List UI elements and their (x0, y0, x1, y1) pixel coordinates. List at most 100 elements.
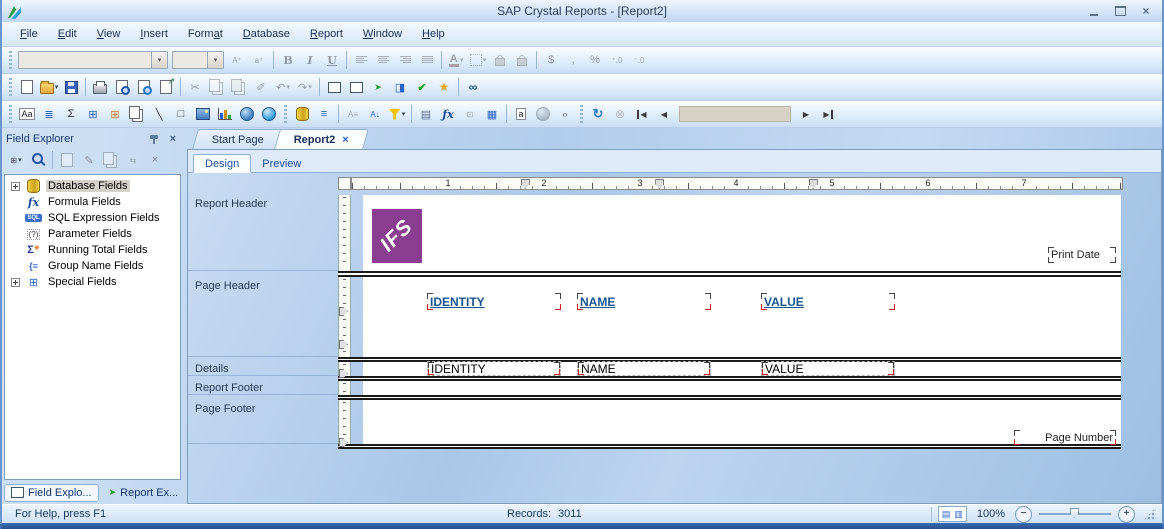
ruler-guide-marker[interactable] (655, 179, 664, 189)
dropdown-arrow-icon[interactable]: ▾ (402, 110, 406, 118)
font-size-combo[interactable]: ▾ (172, 51, 224, 69)
toolbar-grip[interactable] (9, 78, 12, 96)
record-sort-expert-button[interactable]: A↓ (365, 104, 385, 124)
insert-box-button[interactable]: □ (171, 104, 191, 124)
select-expert-button[interactable]: ▾ (387, 104, 407, 124)
section-separator[interactable] (338, 444, 1121, 449)
close-button[interactable]: × (1138, 3, 1154, 19)
tree-item-database-fields[interactable]: Database Fields (5, 178, 180, 194)
menu-format[interactable]: Format (178, 25, 233, 43)
last-page-button[interactable]: ▶ (818, 104, 838, 124)
tree-item-formula-fields[interactable]: fxFormula Fields (5, 194, 180, 210)
page-number-field[interactable]: Page Number (1014, 430, 1116, 445)
menu-insert[interactable]: Insert (130, 25, 178, 43)
toolbar-grip[interactable] (9, 105, 12, 123)
restore-button[interactable] (1112, 3, 1128, 19)
workbench-button[interactable]: ★ (434, 77, 454, 97)
fit-width-view-button[interactable]: ▥ (954, 509, 963, 520)
insert-chart-button[interactable] (215, 104, 235, 124)
section-expert-button[interactable]: ▤ (416, 104, 436, 124)
toolbar-grip[interactable] (9, 51, 12, 69)
font-name-combo[interactable]: ▾ (18, 51, 168, 69)
vertical-ruler[interactable] (338, 400, 351, 444)
zoom-in-button[interactable]: + (1118, 506, 1135, 523)
new-report-button[interactable] (17, 77, 37, 97)
menu-help[interactable]: Help (412, 25, 455, 43)
tab-design[interactable]: Design (193, 154, 251, 173)
find-button[interactable]: ∞ (463, 77, 483, 97)
insert-summary-button[interactable]: Σ (61, 104, 81, 124)
zoom-slider-thumb[interactable] (1070, 508, 1079, 518)
report-header-area[interactable] (363, 195, 1121, 271)
bottom-tab-field-explo-[interactable]: Field Explo... (4, 484, 99, 502)
section-label-page-footer[interactable]: Page Footer (188, 400, 338, 444)
dropdown-arrow-icon[interactable]: ▾ (286, 83, 290, 91)
tree-item-running-total-fields[interactable]: Σ✳Running Total Fields (5, 242, 180, 258)
print-button[interactable] (90, 77, 110, 97)
expand-icon[interactable] (11, 278, 20, 287)
insert-group-button[interactable]: ≣ (39, 104, 59, 124)
zoom-slider[interactable] (1039, 513, 1111, 515)
tree-item-group-name-fields[interactable]: {≡Group Name Fields (5, 258, 180, 274)
single-page-view-button[interactable]: ▤ (942, 509, 951, 520)
tab-preview[interactable]: Preview (251, 155, 312, 172)
insert-olap-grid-button[interactable]: ⊞ (105, 104, 125, 124)
dropdown-arrow-icon[interactable]: ▾ (18, 156, 22, 164)
bottom-tab-report-ex-[interactable]: ➤Report Ex... (102, 484, 186, 502)
database-expert-button[interactable] (292, 104, 312, 124)
menu-report[interactable]: Report (300, 25, 353, 43)
formula-workshop-button[interactable]: ƒx (438, 104, 458, 124)
insert-flash-button[interactable] (259, 104, 279, 124)
vertical-ruler[interactable] (338, 195, 351, 271)
horizontal-ruler[interactable]: 1234567 (351, 177, 1123, 190)
page-header-area[interactable] (363, 277, 1121, 357)
menu-file[interactable]: File (10, 25, 48, 43)
open-button[interactable]: ▾ (39, 77, 59, 97)
dropdown-arrow-icon[interactable]: ▾ (207, 52, 223, 68)
template-expert-button[interactable]: ▦ (482, 104, 502, 124)
tab-close-icon[interactable]: × (342, 134, 348, 146)
tree-item-special-fields[interactable]: ⊞Special Fields (5, 274, 180, 290)
zoom-out-button[interactable]: − (1015, 506, 1032, 523)
column-header-value[interactable]: VALUE (761, 293, 895, 310)
dropdown-arrow-icon[interactable]: ▾ (460, 56, 464, 64)
refresh-button[interactable]: ↻ (588, 104, 608, 124)
tree-item-parameter-fields[interactable]: (?)Parameter Fields (5, 226, 180, 242)
dropdown-arrow-icon[interactable]: ▾ (55, 83, 59, 91)
expand-icon[interactable] (11, 182, 20, 191)
section-label-report-footer[interactable]: Report Footer (188, 381, 338, 395)
insert-cross-tab-button[interactable]: ⊞ (83, 104, 103, 124)
report-explorer-button[interactable]: ➤ (368, 77, 388, 97)
group-expert-button[interactable]: ≡ (314, 104, 334, 124)
resize-grip[interactable] (1143, 508, 1156, 521)
toolbar-grip[interactable] (580, 105, 583, 123)
menu-window[interactable]: Window (353, 25, 412, 43)
save-button[interactable] (61, 77, 81, 97)
menu-database[interactable]: Database (233, 25, 300, 43)
menu-view[interactable]: View (87, 25, 131, 43)
report-footer-area[interactable] (363, 381, 1121, 395)
page-setup-button[interactable] (134, 77, 154, 97)
detail-field-identity[interactable]: IDENTITY (427, 361, 561, 376)
section-label-details[interactable]: Details (188, 362, 338, 376)
insert-field-heading-button[interactable]: a (511, 104, 531, 124)
tab-start-page[interactable]: Start Page (192, 129, 284, 149)
dropdown-arrow-icon[interactable]: ▾ (308, 83, 312, 91)
ifs-logo[interactable]: IFS (372, 209, 422, 263)
next-page-button[interactable]: ▶ (796, 104, 816, 124)
insert-subreport-button[interactable] (127, 104, 147, 124)
detail-field-value[interactable]: VALUE (761, 361, 895, 376)
ruler-guide-marker[interactable] (521, 179, 530, 189)
insert-map-button[interactable] (237, 104, 257, 124)
first-page-button[interactable]: ◀ (632, 104, 652, 124)
column-header-name[interactable]: NAME (577, 293, 711, 310)
pin-icon[interactable] (150, 134, 159, 145)
repository-explorer-button[interactable]: ◨ (390, 77, 410, 97)
dependency-checker-button[interactable]: ✔ (412, 77, 432, 97)
dropdown-arrow-icon[interactable]: ▾ (151, 52, 167, 68)
insert-text-object-button[interactable]: Aa (17, 104, 37, 124)
detail-field-name[interactable]: NAME (577, 361, 711, 376)
previous-page-button[interactable]: ◀ (654, 104, 674, 124)
tree-item-sql-expression-fields[interactable]: SQLSQL Expression Fields (5, 210, 180, 226)
toggle-preview-panel-button[interactable] (324, 77, 344, 97)
